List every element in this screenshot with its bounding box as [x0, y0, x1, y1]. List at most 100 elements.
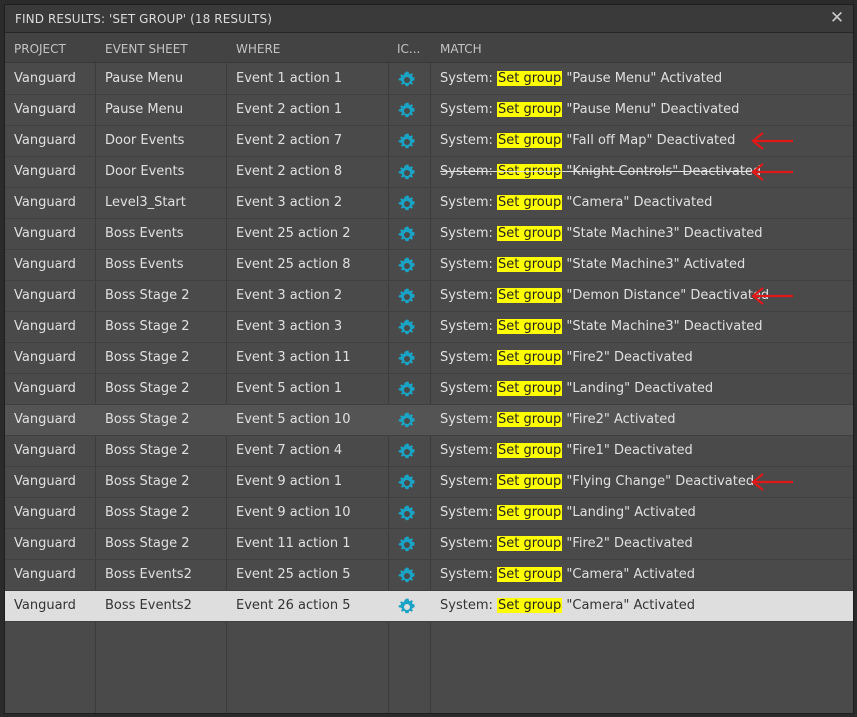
cell-event-sheet: Boss Stage 2: [105, 319, 190, 334]
cell-where: Event 3 action 2: [236, 195, 343, 210]
gear-icon: [397, 194, 419, 212]
cell-event-sheet: Boss Events2: [105, 598, 192, 613]
cell-match: System: Set group "Landing" Deactivated: [440, 381, 713, 396]
match-prefix: System:: [440, 474, 493, 489]
match-highlight: Set group: [497, 598, 563, 613]
table-row[interactable]: Vanguard Boss Stage 2 Event 9 action 10 Sys…: [5, 498, 853, 529]
match-highlight: Set group: [497, 505, 563, 520]
match-prefix: System:: [440, 71, 493, 86]
cell-match: System: Set group "Pause Menu" Activated: [440, 71, 722, 86]
red-arrow-annotation: [749, 163, 795, 181]
match-rest: "Pause Menu" Activated: [566, 71, 723, 86]
column-header-where[interactable]: WHERE: [236, 42, 280, 56]
dialog-title: FIND RESULTS: 'SET GROUP' (18 RESULTS): [15, 12, 273, 26]
gear-icon: [397, 256, 419, 274]
match-prefix: System:: [440, 505, 493, 520]
gear-icon: [397, 318, 419, 336]
table-row[interactable]: Vanguard Boss Stage 2 Event 3 action 3 Syst…: [5, 312, 853, 343]
cell-match: System: Set group "State Machine3" Activ…: [440, 257, 745, 272]
table-row[interactable]: Vanguard Boss Events Event 25 action 8 Syst…: [5, 250, 853, 281]
cell-project: Vanguard: [14, 71, 76, 86]
column-header-project[interactable]: PROJECT: [14, 42, 66, 56]
cell-match: System: Set group "Camera" Deactivated: [440, 195, 712, 210]
match-highlight: Set group: [497, 350, 563, 365]
cell-where: Event 9 action 10: [236, 505, 351, 520]
cell-project: Vanguard: [14, 319, 76, 334]
cell-event-sheet: Boss Stage 2: [105, 381, 190, 396]
table-row[interactable]: Vanguard Boss Events2 Event 26 action 5 Sys…: [5, 591, 853, 622]
cell-event-sheet: Pause Menu: [105, 102, 184, 117]
table-row[interactable]: Vanguard Pause Menu Event 1 action 1 System…: [5, 64, 853, 95]
match-highlight: Set group: [497, 71, 563, 86]
cell-where: Event 2 action 7: [236, 133, 343, 148]
red-arrow-annotation: [749, 473, 795, 491]
cell-project: Vanguard: [14, 288, 76, 303]
cell-project: Vanguard: [14, 474, 76, 489]
match-prefix: System:: [440, 288, 493, 303]
cell-event-sheet: Boss Stage 2: [105, 536, 190, 551]
match-highlight: Set group: [497, 257, 563, 272]
table-row[interactable]: Vanguard Boss Events Event 25 action 2 Syst…: [5, 219, 853, 250]
cell-project: Vanguard: [14, 257, 76, 272]
match-rest: "Knight Controls" Deactivated: [566, 164, 762, 179]
cell-match: System: Set group "Fire2" Activated: [440, 412, 675, 427]
match-highlight: Set group: [497, 195, 563, 210]
match-rest: "Fire2" Activated: [566, 412, 676, 427]
table-row[interactable]: Vanguard Boss Stage 2 Event 3 action 11 Sys…: [5, 343, 853, 374]
table-row[interactable]: Vanguard Boss Stage 2 Event 5 action 1 Syst…: [5, 374, 853, 405]
table-row[interactable]: Vanguard Boss Stage 2 Event 9 action 1 Syst…: [5, 467, 853, 498]
table-row[interactable]: Vanguard Boss Stage 2 Event 3 action 2 Syst…: [5, 281, 853, 312]
gear-icon: [397, 566, 419, 584]
cell-project: Vanguard: [14, 164, 76, 179]
match-rest: "State Machine3" Deactivated: [566, 226, 763, 241]
table-row[interactable]: Vanguard Boss Stage 2 Event 5 action 10 Sys…: [5, 405, 853, 436]
match-rest: "Camera" Activated: [566, 567, 696, 582]
table-row[interactable]: Vanguard Boss Stage 2 Event 7 action 4 Syst…: [5, 436, 853, 467]
table-row[interactable]: Vanguard Pause Menu Event 2 action 1 System…: [5, 95, 853, 126]
gear-icon: [397, 411, 419, 429]
table-row[interactable]: Vanguard Level3_Start Event 3 action 2 Syst…: [5, 188, 853, 219]
cell-where: Event 26 action 5: [236, 598, 351, 613]
match-prefix: System:: [440, 133, 493, 148]
cell-where: Event 3 action 2: [236, 288, 343, 303]
gear-icon: [397, 132, 419, 150]
match-rest: "State Machine3" Activated: [566, 257, 746, 272]
cell-project: Vanguard: [14, 226, 76, 241]
table-row[interactable]: Vanguard Door Events Event 2 action 8 Syste…: [5, 157, 853, 188]
cell-where: Event 7 action 4: [236, 443, 343, 458]
column-header-match[interactable]: MATCH: [440, 42, 482, 56]
gear-icon: [397, 442, 419, 460]
column-header-event-sheet[interactable]: EVENT SHEET: [105, 42, 188, 56]
match-prefix: System:: [440, 567, 493, 582]
cell-event-sheet: Boss Stage 2: [105, 288, 190, 303]
cell-where: Event 5 action 1: [236, 381, 343, 396]
table-row[interactable]: Vanguard Boss Events2 Event 25 action 5 Sys…: [5, 560, 853, 591]
table-row[interactable]: Vanguard Door Events Event 2 action 7 Syste…: [5, 126, 853, 157]
find-results-dialog: FIND RESULTS: 'SET GROUP' (18 RESULTS) ✕…: [4, 4, 854, 714]
match-prefix: System:: [440, 536, 493, 551]
match-rest: "Demon Distance" Deactivated: [566, 288, 770, 303]
cell-match: System: Set group "Pause Menu" Deactivat…: [440, 102, 739, 117]
cell-project: Vanguard: [14, 195, 76, 210]
table-row[interactable]: Vanguard Boss Stage 2 Event 11 action 1 Sys…: [5, 529, 853, 560]
match-prefix: System:: [440, 195, 493, 210]
red-arrow-annotation: [749, 287, 795, 305]
column-header-icon[interactable]: IC...: [397, 42, 425, 56]
cell-match: System: Set group "Demon Distance" Deact…: [440, 288, 769, 303]
cell-event-sheet: Level3_Start: [105, 195, 186, 210]
match-rest: "Fire2" Deactivated: [566, 350, 693, 365]
results-list: Vanguard Pause Menu Event 1 action 1 System…: [5, 64, 853, 622]
close-icon[interactable]: ✕: [827, 8, 847, 28]
match-rest: "Landing" Activated: [566, 505, 696, 520]
results-table: PROJECT EVENT SHEET WHERE IC... MATCH Va…: [5, 33, 853, 713]
cell-where: Event 11 action 1: [236, 536, 351, 551]
cell-event-sheet: Boss Stage 2: [105, 443, 190, 458]
match-highlight: Set group: [497, 102, 563, 117]
cell-project: Vanguard: [14, 133, 76, 148]
cell-match: System: Set group "Fire2" Deactivated: [440, 536, 693, 551]
cell-project: Vanguard: [14, 567, 76, 582]
match-highlight: Set group: [497, 226, 563, 241]
match-highlight: Set group: [497, 567, 563, 582]
match-rest: "Pause Menu" Deactivated: [566, 102, 740, 117]
match-highlight: Set group: [497, 381, 563, 396]
